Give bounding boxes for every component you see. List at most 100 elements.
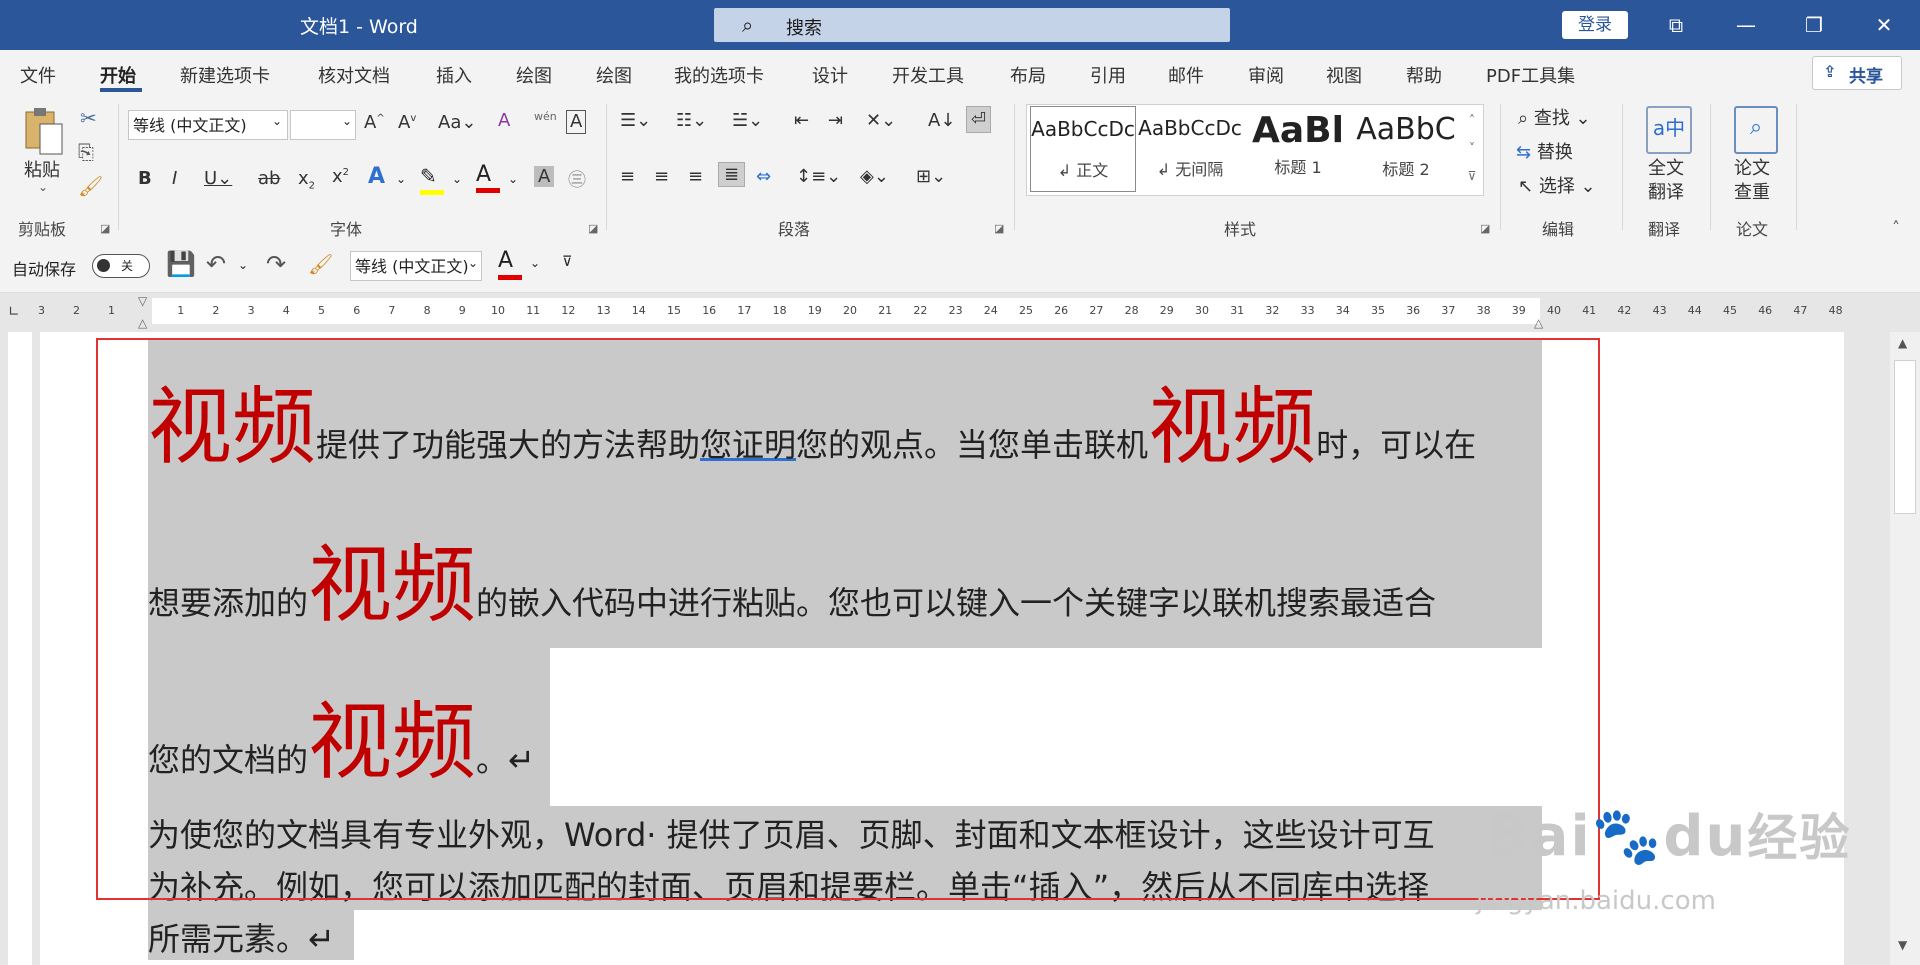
tab-draw-2[interactable]: 绘图 — [596, 62, 632, 88]
tab-draw-1[interactable]: 绘图 — [516, 62, 552, 88]
thesis-label-1[interactable]: 论文 — [1734, 154, 1770, 180]
tab-new-tab[interactable]: 新建选项卡 — [180, 62, 270, 88]
replace-button[interactable]: ⇆ 替换 — [1516, 138, 1573, 164]
decrease-indent-icon[interactable]: ⇤ — [794, 110, 809, 131]
ribbon-display-options-icon[interactable]: ⧉ — [1656, 10, 1696, 40]
tab-developer[interactable]: 开发工具 — [892, 62, 964, 88]
undo-dropdown-icon[interactable]: ⌄ — [238, 258, 248, 272]
tab-selector-icon[interactable]: ∟ — [8, 304, 30, 324]
font-name-dropdown-icon[interactable]: ⌄ — [272, 114, 282, 128]
tab-review[interactable]: 审阅 — [1248, 62, 1284, 88]
search-box[interactable]: ⌕ 搜索 — [714, 8, 1230, 42]
subscript-icon[interactable]: x2 — [298, 168, 315, 192]
share-button[interactable]: ⇪ 共享 — [1812, 56, 1902, 90]
qat-font-dropdown-icon[interactable]: ⌄ — [468, 256, 479, 270]
tab-insert[interactable]: 插入 — [436, 62, 472, 88]
left-indent-marker[interactable]: △ — [138, 316, 147, 330]
strikethrough-icon[interactable]: ab — [258, 168, 280, 189]
scroll-down-icon[interactable]: ▼ — [1898, 938, 1907, 952]
font-launcher-icon[interactable]: ◪ — [588, 222, 598, 235]
style-normal[interactable]: AaBbCcDc ↲ 正文 — [1030, 106, 1136, 192]
redo-icon[interactable]: ↷ — [266, 250, 286, 278]
tab-my-tab[interactable]: 我的选项卡 — [674, 62, 764, 88]
distributed-icon[interactable]: ⇔ — [756, 166, 771, 187]
clear-formatting-icon[interactable]: A — [498, 110, 510, 131]
shrink-font-icon[interactable]: Av — [398, 112, 416, 133]
font-color-icon[interactable]: A — [476, 162, 502, 194]
align-center-icon[interactable]: ≡ — [654, 166, 669, 187]
underline-icon[interactable]: U⌄ — [204, 168, 232, 189]
collapse-ribbon-icon[interactable]: ˄ — [1892, 218, 1900, 237]
tab-home[interactable]: 开始 — [100, 62, 136, 88]
find-button[interactable]: ⌕ 查找 ⌄ — [1518, 104, 1591, 130]
highlight-icon[interactable]: ✎ — [420, 164, 446, 195]
styles-launcher-icon[interactable]: ◪ — [1480, 222, 1490, 235]
tab-file[interactable]: 文件 — [20, 62, 56, 88]
increase-indent-icon[interactable]: ⇥ — [828, 110, 843, 131]
qat-font-color-icon[interactable]: A — [498, 248, 524, 280]
style-heading-2[interactable]: AaBbC 标题 2 — [1354, 106, 1458, 190]
plagiarism-check-icon[interactable]: ⌕ — [1734, 106, 1778, 154]
font-name-combo[interactable]: 等线 (中文正文) — [128, 110, 288, 140]
tab-design[interactable]: 设计 — [812, 62, 848, 88]
scroll-up-icon[interactable]: ▲ — [1898, 336, 1907, 350]
autosave-toggle[interactable]: 关 — [92, 254, 150, 278]
multilevel-list-icon[interactable]: ☱⌄ — [732, 110, 763, 131]
style-no-spacing[interactable]: AaBbCcDc ↲ 无间隔 — [1138, 106, 1242, 190]
tab-references[interactable]: 引用 — [1090, 62, 1126, 88]
paste-button[interactable] — [20, 106, 70, 162]
superscript-icon[interactable]: x2 — [332, 166, 349, 187]
select-button[interactable]: ↖ 选择 ⌄ — [1518, 172, 1596, 198]
text-effects-icon[interactable]: A — [368, 164, 385, 189]
translate-label-1[interactable]: 全文 — [1648, 154, 1684, 180]
right-indent-marker[interactable]: △ — [1534, 316, 1543, 330]
borders-icon[interactable]: ⊞⌄ — [916, 166, 946, 187]
align-left-icon[interactable]: ≡ — [620, 166, 635, 187]
paragraph-launcher-icon[interactable]: ◪ — [994, 222, 1004, 235]
character-border-icon[interactable]: A — [566, 110, 587, 134]
restore-icon[interactable]: ❐ — [1794, 10, 1834, 40]
translate-label-2[interactable]: 翻译 — [1648, 178, 1684, 204]
tab-view[interactable]: 视图 — [1326, 62, 1362, 88]
tab-proofread[interactable]: 核对文档 — [318, 62, 390, 88]
tab-help[interactable]: 帮助 — [1406, 62, 1442, 88]
show-marks-icon[interactable]: ⏎ — [966, 106, 992, 133]
first-line-indent-marker[interactable]: ▽ — [138, 294, 147, 308]
bullets-icon[interactable]: ☰⌄ — [620, 110, 651, 131]
qat-font-color-dropdown-icon[interactable]: ⌄ — [530, 256, 540, 270]
justify-icon[interactable]: ≣ — [718, 162, 746, 187]
shading-icon[interactable]: ◈⌄ — [860, 166, 889, 187]
style-heading-1[interactable]: AaBl 标题 1 — [1246, 106, 1350, 190]
customize-qat-icon[interactable]: ⊽ — [562, 254, 572, 270]
format-painter-qat-icon[interactable]: 🖌 — [308, 252, 333, 276]
tab-layout[interactable]: 布局 — [1010, 62, 1046, 88]
numbering-icon[interactable]: ☷⌄ — [676, 110, 707, 131]
vertical-ruler[interactable] — [8, 332, 32, 965]
tab-pdf-tools[interactable]: PDF工具集 — [1486, 62, 1575, 88]
line-spacing-icon[interactable]: ↕≡⌄ — [796, 166, 841, 187]
italic-icon[interactable]: I — [172, 168, 177, 189]
qat-font-name-combo[interactable]: 等线 (中文正文) — [350, 251, 482, 281]
format-painter-icon[interactable]: 🖌 — [78, 174, 103, 198]
paste-dropdown-icon[interactable]: ⌄ — [38, 180, 48, 194]
translate-icon[interactable]: a中 — [1646, 106, 1692, 154]
styles-scroll[interactable]: ˄ ˅ ⊽ — [1462, 106, 1482, 192]
close-icon[interactable]: ✕ — [1864, 10, 1904, 40]
minimize-icon[interactable]: — — [1726, 10, 1766, 40]
copy-icon[interactable]: ⎘ — [78, 140, 94, 164]
change-case-icon[interactable]: Aa⌄ — [438, 112, 476, 133]
thesis-label-2[interactable]: 查重 — [1734, 178, 1770, 204]
phonetic-guide-icon[interactable]: wén — [534, 110, 557, 123]
login-button[interactable]: 登录 — [1562, 11, 1628, 39]
enclose-characters-icon[interactable]: ㊂ — [568, 166, 586, 192]
scrollbar-thumb[interactable] — [1894, 360, 1916, 514]
highlight-dropdown-icon[interactable]: ⌄ — [452, 172, 462, 186]
chinese-layout-icon[interactable]: ✕⌄ — [866, 110, 896, 131]
undo-icon[interactable]: ↶ — [206, 250, 226, 278]
font-size-dropdown-icon[interactable]: ⌄ — [342, 114, 352, 128]
sort-icon[interactable]: A↓ — [928, 110, 955, 131]
grow-font-icon[interactable]: A^ — [364, 112, 385, 133]
clipboard-launcher-icon[interactable]: ◪ — [100, 222, 110, 235]
tab-mailings[interactable]: 邮件 — [1168, 62, 1204, 88]
font-color-dropdown-icon[interactable]: ⌄ — [508, 172, 518, 186]
